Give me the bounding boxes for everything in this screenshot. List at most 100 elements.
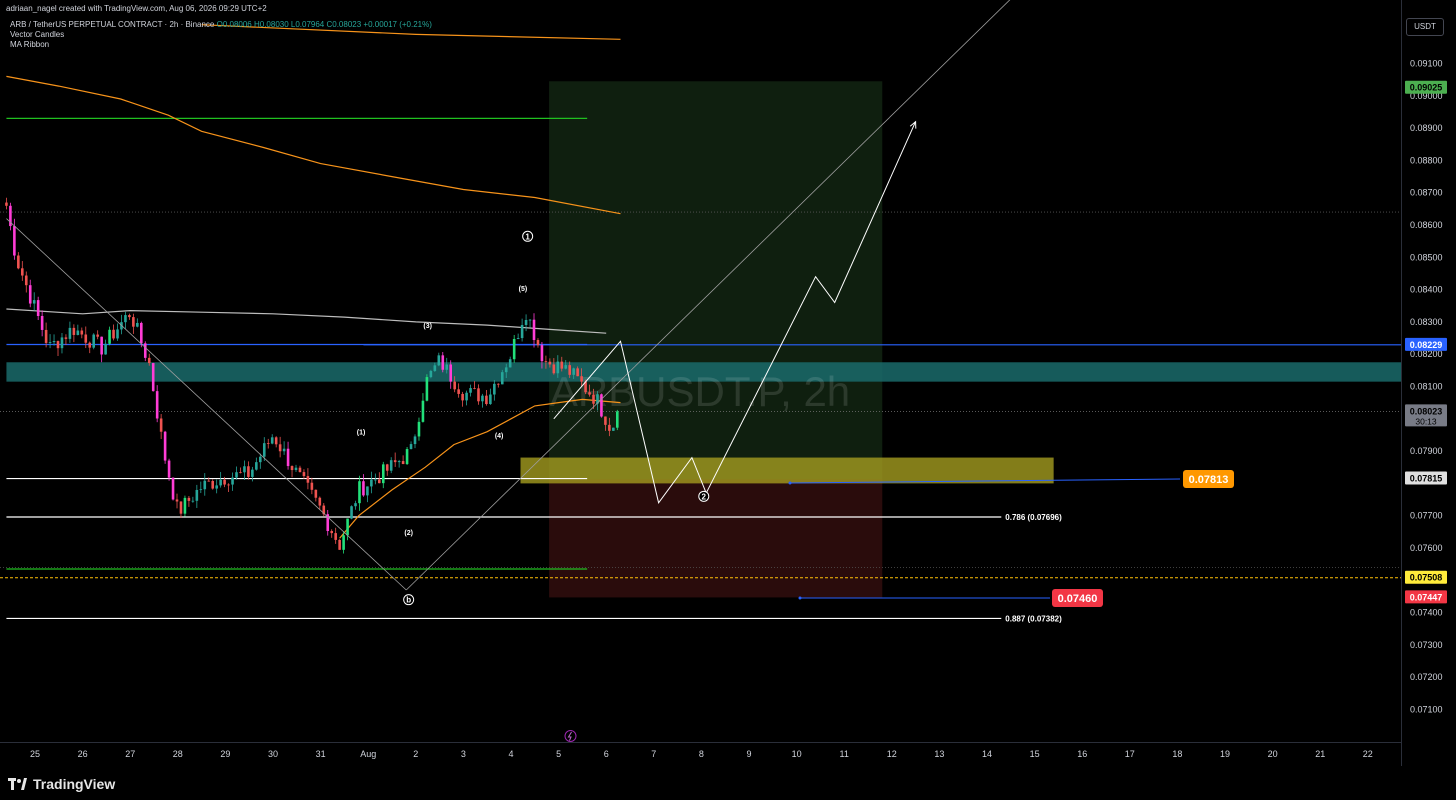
price-tick-label: 0.09100 bbox=[1410, 59, 1443, 69]
candle[interactable] bbox=[151, 362, 155, 392]
time-tick-label: 26 bbox=[78, 749, 88, 759]
candle-body bbox=[500, 372, 504, 385]
candle[interactable] bbox=[600, 393, 603, 418]
candle-body bbox=[425, 377, 429, 401]
candle-body bbox=[580, 376, 583, 382]
time-tick-label: 31 bbox=[316, 749, 326, 759]
time-tick-label: 12 bbox=[887, 749, 897, 759]
candle-body bbox=[568, 365, 572, 375]
callout-anchor bbox=[798, 596, 802, 600]
lightning-event-icon[interactable] bbox=[564, 730, 577, 742]
zone-stop[interactable] bbox=[549, 479, 883, 598]
legend-ohlc: O0.08006 H0.08030 L0.07964 C0.08023 +0.0… bbox=[216, 20, 432, 29]
candle[interactable] bbox=[512, 334, 516, 363]
candle-body bbox=[247, 466, 250, 477]
wave-label-text: (1) bbox=[357, 430, 366, 437]
time-tick-label: 25 bbox=[30, 749, 40, 759]
candle-body bbox=[147, 357, 151, 364]
candle[interactable] bbox=[171, 477, 175, 501]
price-tick-label: 0.07100 bbox=[1410, 705, 1443, 715]
time-tick-label: 6 bbox=[604, 749, 609, 759]
candle-body bbox=[564, 365, 568, 369]
candle-body bbox=[259, 456, 262, 463]
candle-body bbox=[187, 497, 191, 501]
price-tick-label: 0.08600 bbox=[1410, 220, 1443, 230]
time-tick-label: Aug bbox=[360, 749, 376, 759]
candle-body bbox=[239, 472, 242, 474]
candle-body bbox=[465, 392, 468, 401]
candle[interactable] bbox=[167, 458, 171, 481]
price-tag[interactable]: 0.0802330:13 bbox=[1405, 404, 1447, 427]
callout-anchor bbox=[788, 481, 792, 485]
candle[interactable] bbox=[405, 447, 409, 466]
candle-body bbox=[243, 466, 246, 473]
candle[interactable] bbox=[612, 427, 615, 431]
candle-body bbox=[489, 394, 492, 405]
candle-body bbox=[191, 500, 195, 502]
wave-label[interactable]: (3) bbox=[423, 323, 432, 330]
candle-body bbox=[195, 489, 199, 501]
wave-label[interactable]: 2 bbox=[698, 490, 710, 502]
candle-body bbox=[231, 477, 234, 485]
wave-label[interactable]: (5) bbox=[519, 286, 528, 293]
price-tag[interactable]: 0.07508 bbox=[1405, 570, 1447, 584]
price-chart[interactable]: ARBUSDT.P, 2h 0.786 (0.07696) 0.887 (0.073… bbox=[0, 0, 1456, 800]
candle-body bbox=[608, 424, 611, 431]
candle[interactable] bbox=[338, 539, 341, 550]
zone-entry[interactable] bbox=[520, 457, 1054, 484]
candle-body bbox=[44, 329, 48, 343]
time-tick-label: 22 bbox=[1363, 749, 1373, 759]
wave-label[interactable]: (2) bbox=[404, 530, 413, 537]
candle-body bbox=[60, 337, 64, 349]
price-tick-label: 0.07900 bbox=[1410, 446, 1443, 456]
candle-body bbox=[437, 355, 441, 366]
candle-body bbox=[48, 342, 52, 343]
candle-body bbox=[52, 341, 56, 343]
wave-label[interactable]: b bbox=[403, 594, 415, 606]
candle-body bbox=[88, 342, 92, 348]
wave-label[interactable]: (4) bbox=[495, 433, 504, 440]
legend-symbol-row[interactable]: ARB / TetherUS PERPETUAL CONTRACT · 2h ·… bbox=[10, 20, 432, 30]
price-tick-label: 0.08100 bbox=[1410, 382, 1443, 392]
candle-body bbox=[552, 364, 556, 374]
wave-label[interactable]: (1) bbox=[357, 430, 366, 437]
wave-label[interactable]: 1 bbox=[522, 230, 534, 242]
candle-body bbox=[167, 460, 171, 478]
candle-body bbox=[405, 449, 409, 465]
candle[interactable] bbox=[616, 409, 619, 431]
candle-body bbox=[485, 395, 488, 405]
candle[interactable] bbox=[425, 374, 429, 402]
candle-body bbox=[13, 226, 16, 256]
time-tick-label: 10 bbox=[792, 749, 802, 759]
candle-body bbox=[600, 394, 603, 417]
event-marker[interactable] bbox=[564, 730, 577, 742]
candle-body bbox=[215, 485, 218, 489]
price-tag[interactable]: 0.07815 bbox=[1405, 471, 1447, 485]
candle[interactable] bbox=[163, 430, 167, 464]
candle[interactable] bbox=[183, 495, 187, 517]
candle-body bbox=[532, 319, 536, 341]
tradingview-logo: TradingView bbox=[8, 776, 115, 792]
countdown-text: 30:13 bbox=[1415, 416, 1437, 426]
candle-body bbox=[223, 479, 226, 485]
candle[interactable] bbox=[350, 505, 353, 520]
candle-body bbox=[17, 255, 20, 269]
candle[interactable] bbox=[429, 369, 433, 379]
legend-indicator-vector-candles[interactable]: Vector Candles bbox=[10, 30, 432, 40]
candle-body bbox=[235, 472, 238, 478]
time-tick-label: 29 bbox=[220, 749, 230, 759]
price-tick-label: 0.07300 bbox=[1410, 640, 1443, 650]
candle-body bbox=[84, 334, 88, 343]
legend-indicator-ma-ribbon[interactable]: MA Ribbon bbox=[10, 40, 432, 50]
price-tag[interactable]: 0.09025 bbox=[1405, 80, 1447, 94]
zone-target[interactable] bbox=[549, 81, 883, 480]
candle-body bbox=[179, 501, 183, 514]
candle[interactable] bbox=[92, 333, 96, 350]
currency-selector[interactable]: USDT bbox=[1406, 18, 1444, 36]
candle-body bbox=[143, 343, 147, 358]
price-tag[interactable]: 0.07447 bbox=[1405, 590, 1447, 604]
candle-body bbox=[203, 480, 207, 490]
price-tag[interactable]: 0.08229 bbox=[1405, 337, 1447, 351]
candle-body bbox=[612, 427, 615, 431]
candle-body bbox=[136, 322, 139, 327]
